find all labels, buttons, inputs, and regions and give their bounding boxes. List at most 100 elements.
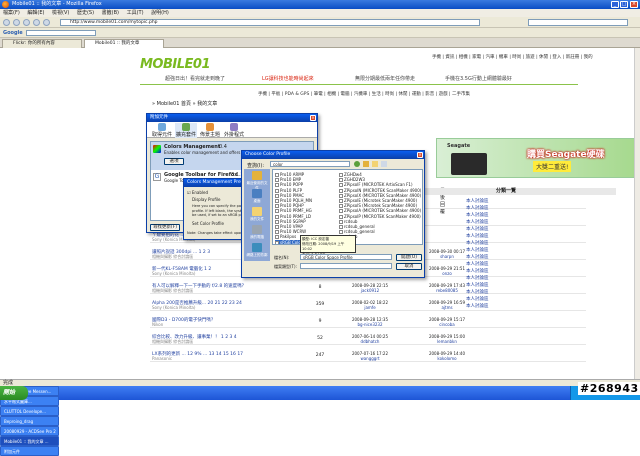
category-menu[interactable]: 手機 | 平板 | PDA & GPS | 筆電 | 相機 | 電腦 | 汽機車… bbox=[150, 91, 578, 98]
slogan-3[interactable]: 無限分期最低兩年任你帶走 bbox=[355, 75, 415, 82]
table-row[interactable]: Alpha 200是否推薦升級... 20 21 22 23 24 Sony (K… bbox=[150, 300, 586, 311]
close-icon[interactable]: × bbox=[417, 152, 423, 158]
table-row[interactable]: LX系列的更新 ... 12 9% ... 13 14 15 16 17 Pana… bbox=[150, 351, 586, 362]
post-user[interactable]: jamfe bbox=[335, 305, 405, 310]
reply-count: 9 bbox=[318, 319, 322, 324]
icc-file-icon bbox=[275, 240, 279, 244]
slogan-1[interactable]: 超強日出！看完就走到晚了 bbox=[165, 75, 225, 82]
home-icon[interactable] bbox=[43, 19, 50, 26]
menu-history[interactable]: 歷史(S) bbox=[77, 10, 94, 16]
last-user[interactable]: kokolomo bbox=[412, 356, 482, 361]
last-user[interactable]: cincoba bbox=[412, 322, 482, 327]
file-list: Pro10 ARMP Pro10 EMP Pro10 POPP Pro10 PLFP P… bbox=[272, 169, 423, 245]
sidebar-link[interactable]: 本人討論區 bbox=[466, 212, 489, 218]
options-button[interactable]: 選項 bbox=[164, 158, 184, 165]
menu-edit[interactable]: 編輯(E) bbox=[27, 10, 44, 16]
themes-tab[interactable]: 佈景主題 bbox=[199, 123, 221, 138]
place-0[interactable]: 最近使用的文件 bbox=[246, 171, 268, 191]
place-2[interactable]: 我的文件 bbox=[246, 207, 268, 222]
get-addons-tab[interactable]: 取得元件 bbox=[151, 123, 173, 138]
sidebar-link[interactable]: 本人討論區 bbox=[466, 268, 489, 274]
place-1[interactable]: 桌面 bbox=[246, 189, 268, 204]
thread-forum: 相機與攝影 綜合討論區 bbox=[152, 254, 194, 259]
filetype-select[interactable] bbox=[300, 263, 392, 269]
taskbar-item[interactable]: Beproing_drag bbox=[0, 416, 59, 426]
sidebar-link[interactable]: 本人討論區 bbox=[466, 289, 489, 295]
filename-input[interactable]: sRGB Color Space Profile bbox=[300, 254, 392, 260]
post-user[interactable]: wangggrt bbox=[335, 356, 405, 361]
sidebar-link[interactable]: 本人討論區 bbox=[466, 198, 489, 204]
menu-view[interactable]: 檢視(V) bbox=[52, 10, 69, 16]
sidebar-link[interactable]: 本人討論區 bbox=[466, 247, 489, 253]
extensions-tab[interactable]: 擴充套件 bbox=[175, 123, 197, 138]
tab-mobile01[interactable]: Mobile01 :: 我的文章 bbox=[84, 39, 164, 48]
slogan-2[interactable]: LG讓科技也能時尚起來 bbox=[262, 75, 314, 82]
start-button[interactable]: 開始 bbox=[0, 386, 28, 400]
close-button[interactable]: × bbox=[630, 1, 638, 8]
minimize-button[interactable]: _ bbox=[611, 1, 619, 8]
close-icon[interactable]: × bbox=[310, 115, 316, 121]
sidebar-link[interactable]: 本人討論區 bbox=[466, 240, 489, 246]
post-user[interactable]: jack0912 bbox=[335, 288, 405, 293]
menu-file[interactable]: 檔案(F) bbox=[3, 10, 20, 16]
post-user[interactable]: bg-nice3232 bbox=[335, 322, 405, 327]
breadcrumb[interactable]: » Mobile01 首頁 » 我的文章 bbox=[152, 100, 217, 107]
google-search-input[interactable] bbox=[26, 30, 96, 36]
sidebar-link[interactable]: 本人討論區 bbox=[466, 226, 489, 232]
lookin-select[interactable]: color bbox=[270, 161, 350, 167]
sidebar-link[interactable]: 本人討論區 bbox=[466, 303, 489, 309]
page-scrollbar[interactable] bbox=[634, 48, 640, 379]
seagate-ad[interactable]: Seagate 購買Seagate硬碟 大獎二重送! bbox=[436, 138, 634, 178]
sidebar-link[interactable]: 本人討論區 bbox=[466, 205, 489, 211]
google-g-icon: G bbox=[153, 173, 161, 181]
top-links[interactable]: 手機 | 資訊 | 相機 | 家電 | 汽車 | 機車 | 時尚 | 旅遊 | … bbox=[432, 54, 593, 60]
stop-icon[interactable] bbox=[33, 19, 40, 26]
taskbar-item[interactable]: 20080929 - ACDSee Pro 2 bbox=[0, 426, 59, 436]
slogan-4[interactable]: 手機在3.5G行動上網體驗最好 bbox=[445, 75, 512, 82]
menu-help[interactable]: 說明(H) bbox=[151, 10, 169, 16]
sidebar-link[interactable]: 本人討論區 bbox=[466, 254, 489, 260]
open-button[interactable]: 開啟(O) bbox=[396, 254, 422, 261]
view-menu-icon[interactable] bbox=[381, 161, 387, 167]
choose-profile-dialog: Choose Color Profile × 查詢(I): color 最近使用… bbox=[241, 150, 425, 278]
forward-icon[interactable] bbox=[13, 19, 20, 26]
file-dialog-titlebar: Choose Color Profile × bbox=[242, 151, 424, 159]
new-folder-icon[interactable] bbox=[372, 161, 378, 167]
url-input[interactable]: http://www.mobile01.com/mytopic.php bbox=[60, 19, 480, 26]
menu-tools[interactable]: 工具(T) bbox=[127, 10, 144, 16]
back-icon[interactable] bbox=[3, 19, 10, 26]
place-3[interactable]: 我的電腦 bbox=[246, 225, 268, 240]
folder-icon bbox=[252, 189, 262, 198]
site-logo[interactable]: MOBILE01 bbox=[140, 57, 240, 75]
places-bar: 最近使用的文件 桌面我的文件我的電腦網路上的芳鄰 bbox=[244, 169, 270, 261]
plugins-tab[interactable]: 外掛程式 bbox=[223, 123, 245, 138]
cancel-button[interactable]: 取消 bbox=[396, 263, 422, 270]
set-profile-label: Set Color Profile bbox=[192, 221, 224, 226]
table-row[interactable]: 有人可以解釋一下一下手動的 f/2.8 的速度嗎？ 相機與攝影 綜合討論區 8 200… bbox=[150, 283, 586, 294]
sidebar-link[interactable]: 本人討論區 bbox=[466, 275, 489, 281]
tab-strip: Flickr: 你的所有內容 Mobile01 :: 我的文章 bbox=[0, 38, 640, 48]
table-row[interactable]: 綜合比較、改力升級、讓事業！！ 1 2 3 4 相機與攝影 綜合討論區 52 2007… bbox=[150, 334, 586, 345]
sidebar-link[interactable]: 本人討論區 bbox=[466, 282, 489, 288]
post-user[interactable]: ddbhatch bbox=[335, 339, 405, 344]
search-input[interactable] bbox=[528, 19, 628, 26]
last-user[interactable]: lemanbkn bbox=[412, 339, 482, 344]
sidebar-link[interactable]: 本人討論區 bbox=[466, 219, 489, 225]
folder-up-icon[interactable] bbox=[363, 161, 369, 167]
enabled-checkbox[interactable]: ☑ Enabled bbox=[187, 190, 208, 195]
place-4[interactable]: 網路上的芳鄰 bbox=[246, 243, 268, 258]
file-tooltip: 類型: ICC 設定檔 修改日期: 2008/9/19 上午 10:02 大小:… bbox=[300, 235, 356, 256]
maximize-button[interactable]: □ bbox=[620, 1, 628, 8]
taskbar-item[interactable]: Mobile01 :: 我的文章 ... bbox=[0, 436, 59, 446]
find-updates-button[interactable]: 尋找更新(F) bbox=[150, 224, 180, 231]
table-row[interactable]: 國際D3 - D700的電子快門嗎？ Nikon 9 2008-09-28 12:35… bbox=[150, 317, 586, 328]
taskbar-item[interactable]: 附加元件 bbox=[0, 446, 59, 456]
taskbar-item[interactable]: CLUTTOL Develope... bbox=[0, 406, 59, 416]
sidebar-link[interactable]: 本人討論區 bbox=[466, 296, 489, 302]
reload-icon[interactable] bbox=[23, 19, 30, 26]
menu-bookmarks[interactable]: 書籤(B) bbox=[102, 10, 119, 16]
sidebar-link[interactable]: 本人討論區 bbox=[466, 261, 489, 267]
back-icon[interactable] bbox=[354, 161, 360, 167]
tab-flickr[interactable]: Flickr: 你的所有內容 bbox=[2, 39, 82, 48]
sidebar-link[interactable]: 本人討論區 bbox=[466, 233, 489, 239]
